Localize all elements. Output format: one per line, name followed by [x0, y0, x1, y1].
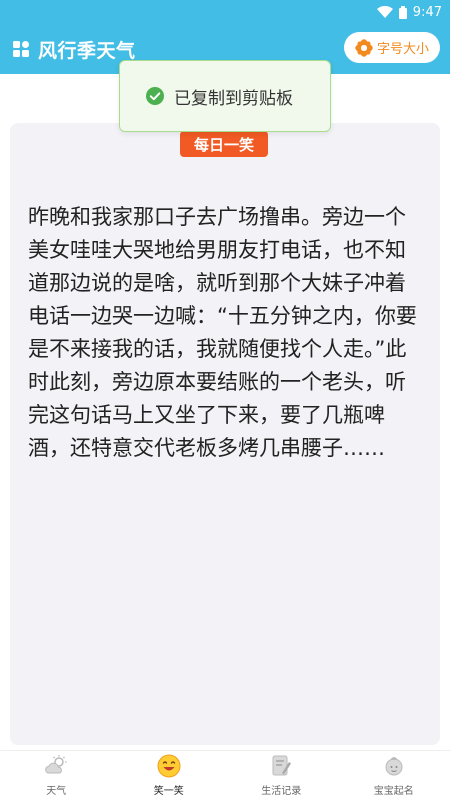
- daily-joke-badge: 每日一笑: [180, 131, 268, 157]
- joke-card[interactable]: 每日一笑 昨晚和我家那口子去广场撸串。旁边一个美女哇哇大哭地给男朋友打电话，也不…: [10, 123, 440, 745]
- wifi-icon: [376, 6, 393, 18]
- toast-message: 已复制到剪贴板: [174, 88, 293, 109]
- flower-icon: [355, 38, 373, 57]
- status-time: 9:47: [412, 4, 442, 20]
- battery-icon: [398, 5, 407, 19]
- notebook-icon: [272, 755, 292, 776]
- tab-life-record[interactable]: 生活记录: [225, 751, 338, 800]
- tab-smile[interactable]: 笑一笑: [113, 751, 226, 800]
- tab-label-baby-name: 宝宝起名: [373, 786, 414, 797]
- tab-label-weather: 天气: [46, 786, 67, 797]
- copied-toast: 已复制到剪贴板: [119, 60, 331, 132]
- weather-icon: [45, 755, 67, 774]
- app-title: 风行季天气: [38, 39, 136, 62]
- baby-icon: [385, 757, 403, 776]
- tab-label-life-record: 生活记录: [261, 786, 302, 797]
- tab-label-smile: 笑一笑: [153, 786, 184, 797]
- font-size-button[interactable]: 字号大小: [344, 32, 440, 63]
- status-bar: 9:47: [0, 0, 450, 24]
- smile-icon: [157, 754, 181, 778]
- bottom-tab-bar: 天气 笑一笑 生活记录 宝宝起名: [0, 750, 450, 800]
- check-circle-icon: [146, 87, 164, 105]
- joke-text[interactable]: 昨晚和我家那口子去广场撸串。旁边一个美女哇哇大哭地给男朋友打电话，也不知道那边说…: [28, 201, 422, 465]
- tab-weather[interactable]: 天气: [0, 751, 113, 800]
- tab-baby-name[interactable]: 宝宝起名: [338, 751, 450, 800]
- app-grid-icon[interactable]: [12, 40, 30, 58]
- font-size-label: 字号大小: [376, 42, 429, 57]
